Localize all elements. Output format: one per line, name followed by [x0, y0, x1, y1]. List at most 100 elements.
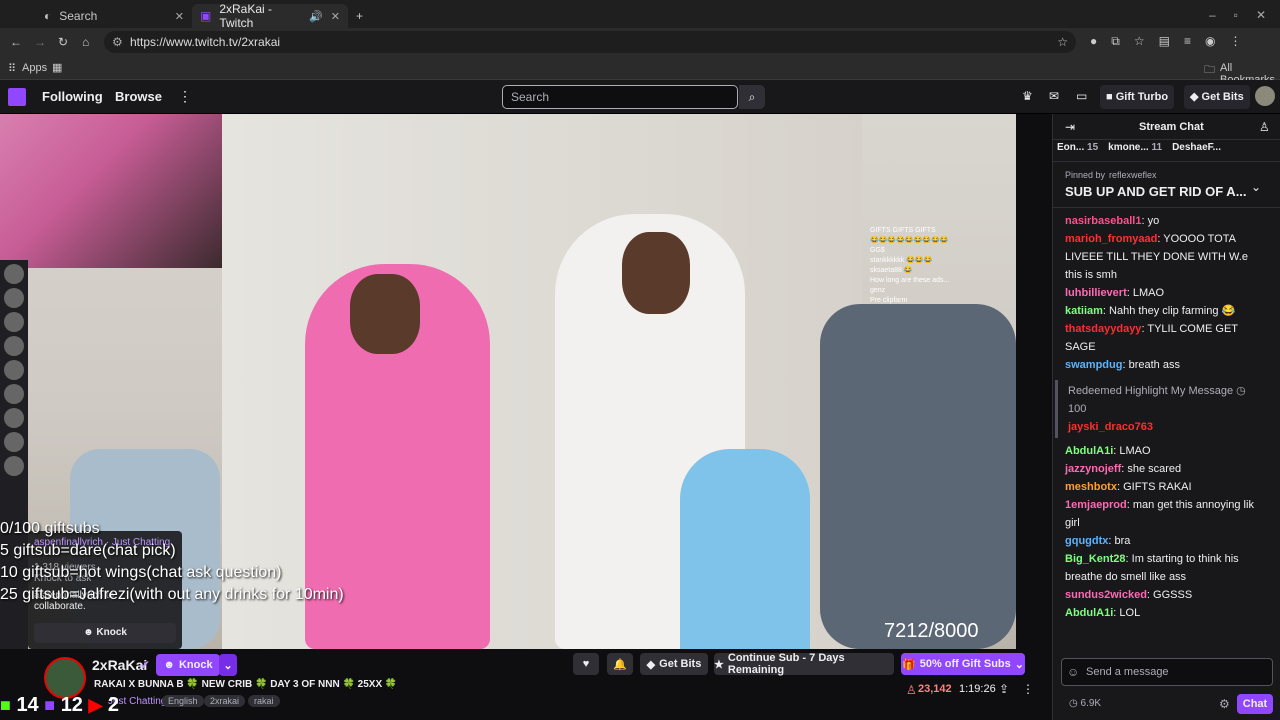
channel-info-bar: 2xRaKai ✔ ☻ Knock ⌄ RAKAI X BUNNA B 🍀 NEW… — [0, 649, 1052, 720]
grid-icon[interactable]: ▦ — [52, 61, 62, 74]
channel-avatar[interactable] — [4, 432, 24, 452]
channel-avatar[interactable] — [4, 312, 24, 332]
settings-icon[interactable]: ⚙ — [1219, 697, 1230, 711]
gifter-item[interactable]: Eon... 15 — [1057, 142, 1098, 159]
channel-avatar-large[interactable] — [44, 657, 86, 699]
top-gifters-bar: Eon... 15 kmone... 11 DeshaeF... — [1053, 140, 1280, 162]
pinned-message[interactable]: Pinned by reflexweflex SUB UP AND GET RI… — [1053, 162, 1280, 208]
sub-goal-counter: 7212/8000 — [884, 620, 979, 642]
chat-message: katiiam: Nahh they clip farming 😂 — [1065, 305, 1236, 317]
channel-avatar[interactable] — [4, 456, 24, 476]
nav-following[interactable]: Following — [42, 89, 103, 104]
channel-avatar[interactable] — [4, 408, 24, 428]
media-icon[interactable]: ≡ — [1184, 34, 1191, 49]
browser-tab-bar: ◐ Search ✕ ▣ 2xRaKai - Twitch 🔊 ✕ + – ▫ … — [0, 0, 1280, 30]
star-icon[interactable]: ☆ — [1057, 31, 1068, 53]
chat-input[interactable]: Send a message — [1061, 658, 1273, 686]
maximize-icon[interactable]: ▫ — [1234, 8, 1238, 22]
folder-icon: 🗀 — [1204, 64, 1215, 76]
sidepanel-icon[interactable]: ▤ — [1159, 34, 1170, 49]
inbox-icon[interactable]: ✉ — [1049, 89, 1059, 103]
site-info-icon[interactable]: ⚙ — [112, 31, 123, 53]
get-bits-nav-button[interactable]: ◆ Get Bits — [1184, 85, 1250, 109]
continue-sub-button[interactable]: ★ Continue Sub - 7 Days Remaining — [714, 652, 894, 676]
twitch-logo-icon[interactable] — [8, 88, 26, 106]
chat-send-button[interactable]: Chat — [1237, 694, 1273, 714]
search-icon: ⌕ — [748, 90, 756, 104]
apps-grid-icon[interactable]: ⠿ — [8, 62, 16, 75]
window-controls: – ▫ ✕ — [1195, 8, 1280, 28]
channel-avatar[interactable] — [4, 288, 24, 308]
bookmark-icon[interactable]: ☆ — [1134, 34, 1145, 49]
puzzle-icon[interactable]: ⧉ — [1111, 34, 1120, 49]
home-icon[interactable]: ⌂ — [82, 35, 89, 49]
user-avatar[interactable] — [1255, 86, 1275, 106]
extension-icon[interactable]: ● — [1090, 34, 1097, 49]
menu-icon[interactable]: ⋮ — [1229, 34, 1241, 49]
knock-button[interactable]: ☻ Knock — [156, 654, 220, 676]
gifter-item[interactable]: kmone... 11 — [1108, 142, 1162, 159]
chat-message: swampdug: breath ass — [1065, 359, 1180, 371]
collapse-chat-icon[interactable]: ⇥ — [1065, 120, 1075, 134]
gift-turbo-button[interactable]: ■ Gift Turbo — [1100, 85, 1175, 109]
heart-icon: ♥ — [582, 658, 590, 670]
search-button[interactable]: ⌕ — [739, 85, 765, 109]
back-icon[interactable]: ← — [10, 35, 22, 49]
tag-2xrakai[interactable]: 2xrakai — [204, 695, 246, 707]
whisper-icon[interactable]: ▭ — [1076, 89, 1087, 103]
gift-subs-button[interactable]: 🎁 50% off Gift Subs ⌄ — [901, 653, 1025, 675]
get-bits-button[interactable]: ◆ Get Bits — [640, 653, 708, 675]
channel-name[interactable]: 2xRaKai — [92, 657, 147, 673]
tag-rakai[interactable]: rakai — [248, 695, 280, 707]
uptime: 1:19:26 — [959, 683, 996, 695]
pinned-text: SUB UP AND GET RID OF A... — [1065, 184, 1247, 199]
channel-avatar[interactable] — [4, 360, 24, 380]
more-options-icon[interactable]: ⋮ — [1022, 682, 1034, 696]
profile-avatar[interactable]: ◉ — [1205, 34, 1215, 49]
notifications-button[interactable]: 🔔 — [607, 653, 633, 675]
tab-twitch[interactable]: ▣ 2xRaKai - Twitch 🔊 ✕ — [192, 2, 348, 30]
head-man — [622, 232, 690, 314]
knock-dropdown[interactable]: ⌄ — [219, 654, 237, 676]
speaker-icon[interactable]: 🔊 — [309, 10, 323, 23]
emote-picker-icon[interactable]: ☺ — [1067, 665, 1079, 679]
url-bar[interactable]: ⚙ https://www.twitch.tv/2xrakai ☆ — [104, 31, 1076, 53]
collab-knock-button[interactable]: ☻ Knock — [34, 623, 176, 643]
turbo-icon: ■ — [1106, 91, 1116, 103]
bookmark-apps[interactable]: Apps — [22, 62, 47, 74]
channel-points[interactable]: ◷ 6.9K — [1069, 698, 1101, 709]
chat-message: AbdulA1i: LOL — [1065, 607, 1141, 619]
crown-icon[interactable]: ♛ — [1022, 89, 1033, 103]
search-input[interactable]: Search — [502, 85, 738, 109]
chat-message: Big_Kent28: Im starting to think his bre… — [1065, 553, 1239, 583]
tag-english[interactable]: English — [162, 695, 204, 707]
tab-menu-icon[interactable] — [0, 4, 36, 28]
minimize-icon[interactable]: – — [1209, 8, 1216, 22]
chat-messages: nasirbaseball1: yo marioh_fromyaad: YOOO… — [1053, 208, 1280, 622]
follow-heart-button[interactable]: ♥ — [573, 653, 599, 675]
twitch-count-icon: ■ — [44, 695, 56, 715]
users-icon[interactable]: ♙ — [1259, 120, 1270, 134]
channel-avatar[interactable] — [4, 384, 24, 404]
close-icon[interactable]: ✕ — [175, 10, 184, 23]
star-icon: ★ — [714, 658, 724, 671]
channel-avatar[interactable] — [4, 336, 24, 356]
forward-icon[interactable]: → — [34, 35, 46, 49]
twitch-navbar: Following Browse ⋮ Search ⌕ ♛ ✉ ▭ ■ Gift… — [0, 80, 1280, 114]
stream-title: RAKAI X BUNNA B 🍀 NEW CRIB 🍀 DAY 3 OF NN… — [94, 679, 398, 690]
reload-icon[interactable]: ↻ — [58, 35, 68, 49]
tab-search[interactable]: ◐ Search ✕ — [36, 4, 192, 28]
chevron-down-icon[interactable]: ⌄ — [1251, 180, 1261, 194]
close-icon[interactable]: ✕ — [331, 10, 340, 23]
gifter-item[interactable]: DeshaeF... — [1172, 142, 1221, 159]
chat-panel: ⇥ Stream Chat ♙ Eon... 15 kmone... 11 De… — [1052, 114, 1280, 720]
more-icon[interactable]: ⋮ — [178, 88, 192, 105]
nav-browse[interactable]: Browse — [115, 89, 162, 104]
bits-icon: ◆ — [1190, 91, 1202, 103]
chevron-down-icon: ⌄ — [1014, 658, 1024, 671]
chat-message: AbdulA1i: LMAO — [1065, 445, 1151, 457]
new-tab-button[interactable]: + — [348, 4, 371, 28]
close-window-icon[interactable]: ✕ — [1256, 8, 1266, 22]
share-icon[interactable]: ⇪ — [999, 682, 1009, 696]
channel-avatar[interactable] — [4, 264, 24, 284]
